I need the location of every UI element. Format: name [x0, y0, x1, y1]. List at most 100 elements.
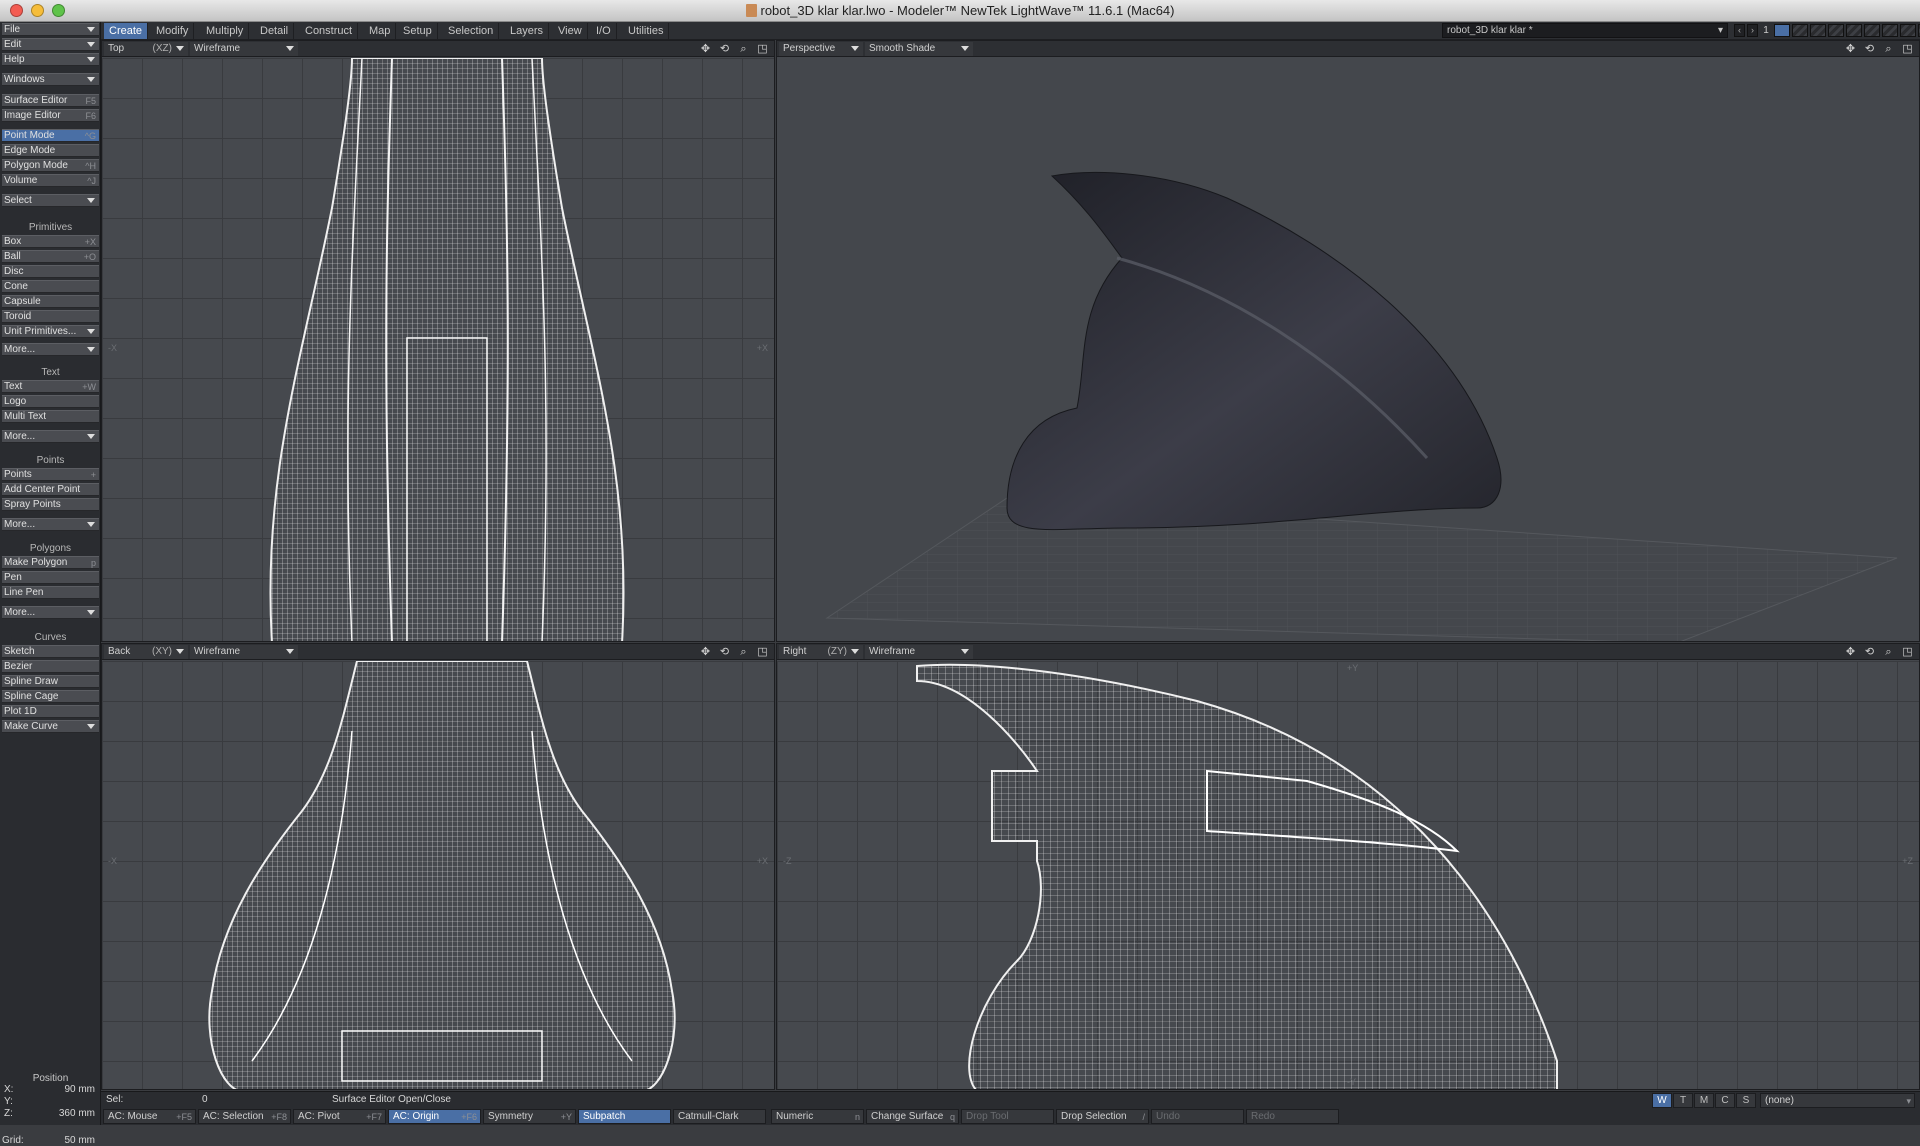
capsule-tool-button[interactable]: Capsule	[2, 295, 99, 308]
numeric-button[interactable]: Numeric n	[771, 1109, 864, 1124]
shading-mode-select[interactable]: Wireframe	[865, 645, 973, 659]
edge-mode-button[interactable]: Edge Mode	[2, 144, 99, 157]
z-value[interactable]: 360 mm	[59, 1108, 95, 1119]
make-polygon-button[interactable]: Make Polygon p	[2, 556, 99, 569]
viewport-back[interactable]: Back (XY) Wireframe ✥ ⟲ ⌕ ◳ -X +X	[101, 643, 775, 1090]
drop-selection-button[interactable]: Drop Selection /	[1056, 1109, 1149, 1124]
subpatch-button[interactable]: Subpatch	[578, 1109, 671, 1124]
polygons-more-menu[interactable]: More...	[2, 606, 99, 619]
shading-mode-select[interactable]: Wireframe	[190, 645, 298, 659]
cone-tool-button[interactable]: Cone	[2, 280, 99, 293]
rotate-view-icon[interactable]: ⟲	[1862, 42, 1877, 56]
shading-mode-select[interactable]: Smooth Shade	[865, 42, 973, 56]
viewport-canvas[interactable]: -X +X	[102, 660, 774, 1089]
layer-slot[interactable]	[1774, 24, 1790, 37]
maximize-view-icon[interactable]: ◳	[755, 645, 770, 659]
view-type-select[interactable]: Right (ZY)	[779, 645, 863, 659]
spray-points-button[interactable]: Spray Points	[2, 498, 99, 511]
points-more-menu[interactable]: More...	[2, 518, 99, 531]
file-menu[interactable]: File	[2, 23, 99, 36]
point-mode-button[interactable]: Point Mode ^G	[2, 129, 99, 142]
bezier-tool-button[interactable]: Bezier	[2, 660, 99, 673]
view-type-select[interactable]: Top (XZ)	[104, 42, 188, 56]
unit-primitives-menu[interactable]: Unit Primitives...	[2, 325, 99, 338]
toroid-tool-button[interactable]: Toroid	[2, 310, 99, 323]
multi-text-tool-button[interactable]: Multi Text	[2, 410, 99, 423]
tab-view[interactable]: View	[553, 23, 588, 39]
minimize-window-button[interactable]	[31, 4, 44, 17]
move-view-icon[interactable]: ✥	[1843, 645, 1858, 659]
rotate-view-icon[interactable]: ⟲	[717, 645, 732, 659]
layer-slot[interactable]	[1882, 24, 1898, 37]
maximize-view-icon[interactable]: ◳	[1900, 645, 1915, 659]
zoom-view-icon[interactable]: ⌕	[736, 42, 751, 56]
zoom-view-icon[interactable]: ⌕	[736, 645, 751, 659]
zoom-view-icon[interactable]: ⌕	[1881, 645, 1896, 659]
tab-selection[interactable]: Selection	[443, 23, 500, 39]
text-more-menu[interactable]: More...	[2, 430, 99, 443]
view-type-select[interactable]: Back (XY)	[104, 645, 188, 659]
undo-button[interactable]: Undo	[1151, 1109, 1244, 1124]
tab-create[interactable]: Create	[104, 23, 149, 39]
redo-button[interactable]: Redo	[1246, 1109, 1339, 1124]
layer-slot[interactable]	[1828, 24, 1844, 37]
layer-slot[interactable]	[1900, 24, 1916, 37]
symmetry-button[interactable]: Symmetry +Y	[483, 1109, 576, 1124]
weight-toggle[interactable]: W	[1652, 1093, 1672, 1108]
primitives-more-menu[interactable]: More...	[2, 343, 99, 356]
ac-selection-button[interactable]: AC: Selection +F8	[198, 1109, 291, 1124]
sketch-tool-button[interactable]: Sketch	[2, 645, 99, 658]
zoom-view-icon[interactable]: ⌕	[1881, 42, 1896, 56]
tab-map[interactable]: Map	[364, 23, 397, 39]
maximize-view-icon[interactable]: ◳	[755, 42, 770, 56]
box-tool-button[interactable]: Box +X	[2, 235, 99, 248]
image-editor-button[interactable]: Image Editor F6	[2, 109, 99, 122]
tab-detail[interactable]: Detail	[255, 23, 295, 39]
layer-slot[interactable]	[1810, 24, 1826, 37]
surface-editor-button[interactable]: Surface Editor F5	[2, 94, 99, 107]
add-center-point-button[interactable]: Add Center Point	[2, 483, 99, 496]
move-view-icon[interactable]: ✥	[698, 42, 713, 56]
windows-menu[interactable]: Windows	[2, 73, 99, 86]
layer-slot[interactable]	[1792, 24, 1808, 37]
maximize-view-icon[interactable]: ◳	[1900, 42, 1915, 56]
pen-tool-button[interactable]: Pen	[2, 571, 99, 584]
rotate-view-icon[interactable]: ⟲	[1862, 645, 1877, 659]
zoom-window-button[interactable]	[52, 4, 65, 17]
texture-toggle[interactable]: T	[1673, 1093, 1693, 1108]
tab-multiply[interactable]: Multiply	[201, 23, 250, 39]
move-view-icon[interactable]: ✥	[698, 645, 713, 659]
prev-layer-button[interactable]: ‹	[1734, 24, 1745, 37]
viewport-top[interactable]: Top (XZ) Wireframe ✥ ⟲ ⌕ ◳ -X +X	[101, 40, 775, 642]
line-pen-tool-button[interactable]: Line Pen	[2, 586, 99, 599]
viewport-canvas[interactable]	[777, 58, 1919, 641]
make-curve-menu[interactable]: Make Curve	[2, 720, 99, 733]
viewport-canvas[interactable]: -X +X	[102, 57, 774, 641]
tab-layers[interactable]: Layers	[505, 23, 550, 39]
ac-pivot-button[interactable]: AC: Pivot +F7	[293, 1109, 386, 1124]
next-layer-button[interactable]: ›	[1747, 24, 1758, 37]
selection-set-toggle[interactable]: S	[1736, 1093, 1756, 1108]
viewport-perspective[interactable]: Perspective Smooth Shade ✥ ⟲ ⌕ ◳	[776, 40, 1920, 642]
subpatch-type-select[interactable]: Catmull-Clark	[673, 1109, 766, 1124]
morph-toggle[interactable]: M	[1694, 1093, 1714, 1108]
select-menu[interactable]: Select	[2, 194, 99, 207]
color-toggle[interactable]: C	[1715, 1093, 1735, 1108]
move-view-icon[interactable]: ✥	[1843, 42, 1858, 56]
tab-construct[interactable]: Construct	[300, 23, 359, 39]
drop-tool-button[interactable]: Drop Tool	[961, 1109, 1054, 1124]
spline-draw-button[interactable]: Spline Draw	[2, 675, 99, 688]
disc-tool-button[interactable]: Disc	[2, 265, 99, 278]
text-tool-button[interactable]: Text +W	[2, 380, 99, 393]
tab-setup[interactable]: Setup	[398, 23, 438, 39]
polygon-mode-button[interactable]: Polygon Mode ^H	[2, 159, 99, 172]
tab-modify[interactable]: Modify	[151, 23, 195, 39]
x-value[interactable]: 90 mm	[64, 1084, 95, 1095]
ac-origin-button[interactable]: AC: Origin +F6	[388, 1109, 481, 1124]
edit-menu[interactable]: Edit	[2, 38, 99, 51]
layer-slot[interactable]	[1864, 24, 1880, 37]
points-tool-button[interactable]: Points +	[2, 468, 99, 481]
viewport-right[interactable]: Right (ZY) Wireframe ✥ ⟲ ⌕ ◳ -Z +Z +Y -Y	[776, 643, 1920, 1090]
volume-mode-button[interactable]: Volume ^J	[2, 174, 99, 187]
shading-mode-select[interactable]: Wireframe	[190, 42, 298, 56]
